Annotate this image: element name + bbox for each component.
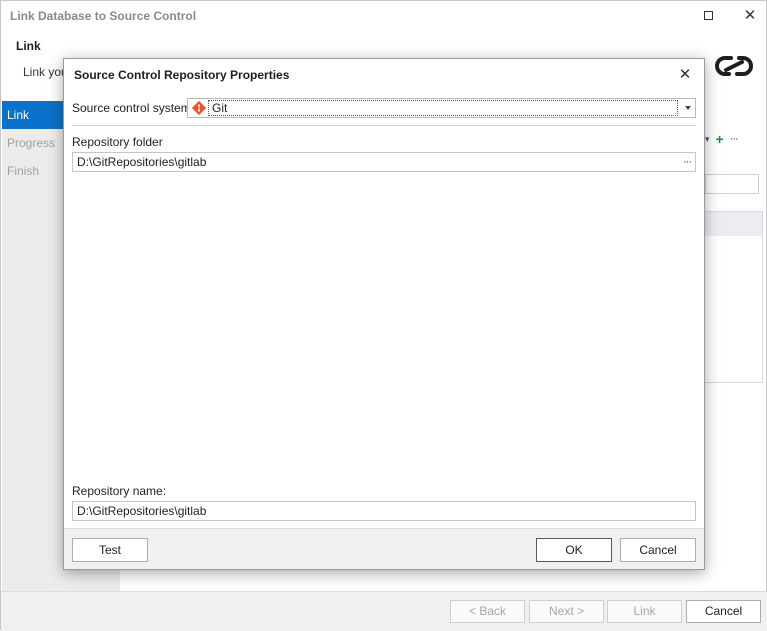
wizard-cancel-button[interactable]: Cancel: [686, 600, 761, 623]
git-logo-icon: [192, 101, 206, 115]
source-control-select[interactable]: Git: [187, 98, 696, 118]
ok-button[interactable]: OK: [536, 538, 612, 562]
window-close-button[interactable]: ✕: [735, 4, 765, 26]
dialog-title: Source Control Repository Properties: [74, 68, 290, 82]
header-title: Link: [16, 39, 41, 53]
repository-name-value: D:\GitRepositories\gitlab: [77, 504, 207, 518]
window-title: Link Database to Source Control: [10, 9, 197, 23]
next-button[interactable]: Next >: [529, 600, 604, 623]
link-button[interactable]: Link: [607, 600, 682, 623]
repository-properties-dialog: Source Control Repository Properties ✕ S…: [63, 58, 705, 570]
browse-icon[interactable]: ···: [683, 153, 692, 171]
repository-folder-input[interactable]: D:\GitRepositories\gitlab ···: [72, 152, 696, 172]
link-chain-icon: [715, 56, 753, 76]
close-icon: ✕: [678, 66, 692, 83]
dialog-cancel-button[interactable]: Cancel: [620, 538, 696, 562]
background-panel-header: [705, 212, 762, 236]
test-button[interactable]: Test: [72, 538, 148, 562]
back-button[interactable]: < Back: [450, 600, 525, 623]
background-panel: [705, 211, 763, 383]
background-field: [705, 174, 759, 194]
dialog-close-button[interactable]: ✕: [674, 65, 696, 85]
add-icon[interactable]: +: [716, 131, 724, 147]
more-icon[interactable]: ···: [730, 133, 739, 145]
maximize-button[interactable]: [693, 4, 723, 26]
chevron-down-icon[interactable]: ▾: [705, 134, 710, 145]
repository-folder-label: Repository folder: [72, 135, 163, 149]
repository-folder-value: D:\GitRepositories\gitlab: [77, 155, 207, 169]
source-control-value: Git: [208, 100, 678, 116]
wizard-footer: < Back Next > Link Cancel: [1, 591, 767, 631]
close-icon: ✕: [743, 7, 757, 24]
dialog-footer: Test OK Cancel: [64, 528, 704, 569]
repository-name-label: Repository name:: [72, 484, 167, 498]
divider: [72, 125, 696, 126]
maximize-icon: [703, 10, 713, 20]
background-combo-controls: ▾ + ···: [705, 129, 761, 149]
chevron-down-icon[interactable]: [685, 106, 691, 110]
source-control-label: Source control system:: [72, 101, 195, 115]
repository-name-input[interactable]: D:\GitRepositories\gitlab: [72, 501, 696, 521]
